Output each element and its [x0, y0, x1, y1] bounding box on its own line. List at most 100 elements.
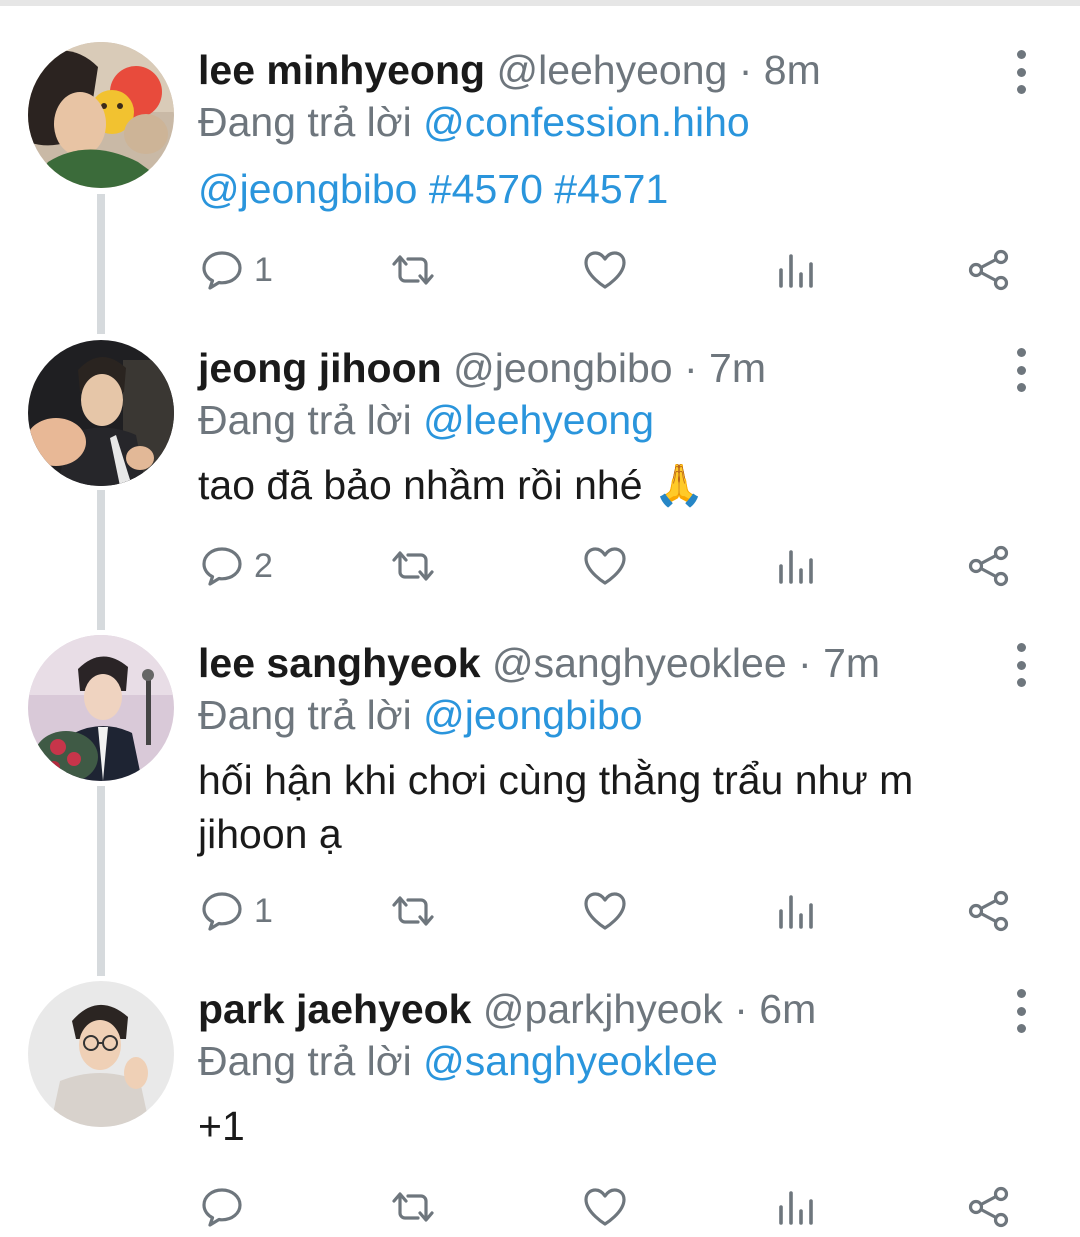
- replying-to-mention[interactable]: @jeongbibo: [423, 692, 642, 738]
- retweet-icon: [388, 889, 438, 933]
- dot: [1016, 643, 1026, 652]
- speech-bubble-icon: [200, 544, 244, 588]
- user-handle[interactable]: @sanghyeoklee: [492, 640, 787, 686]
- timestamp[interactable]: 7m: [823, 640, 880, 686]
- timestamp[interactable]: 7m: [709, 345, 766, 391]
- tweet-text: +1: [198, 1099, 998, 1153]
- tweet-text-content: +1: [198, 1103, 245, 1149]
- share-button[interactable]: [966, 240, 1012, 300]
- display-name[interactable]: jeong jihoon: [198, 345, 442, 391]
- retweet-button[interactable]: [388, 240, 438, 300]
- share-button[interactable]: [966, 536, 1012, 596]
- replying-to: Đang trả lời @jeongbibo: [198, 687, 643, 743]
- reply-button[interactable]: 2: [200, 536, 273, 596]
- dot: [1016, 50, 1026, 59]
- bar-chart-icon: [776, 889, 816, 933]
- separator: ·: [798, 640, 812, 686]
- more-options-button[interactable]: [1004, 348, 1038, 392]
- like-button[interactable]: [582, 240, 628, 300]
- replying-to: Đang trả lời @confession.hiho: [198, 94, 750, 150]
- share-button[interactable]: [966, 881, 1012, 941]
- heart-icon: [582, 544, 628, 588]
- replying-to: Đang trả lời @sanghyeoklee: [198, 1033, 718, 1089]
- tweet-text: hối hận khi chơi cùng thằng trẩu như m j…: [198, 753, 998, 861]
- replying-to-mention[interactable]: @confession.hiho: [423, 99, 750, 145]
- reply-count: 2: [254, 547, 273, 585]
- tweet-actions: [0, 1177, 1080, 1237]
- avatar[interactable]: [28, 981, 174, 1127]
- retweet-button[interactable]: [388, 1177, 438, 1237]
- tweet-actions: 1: [0, 240, 1080, 300]
- retweet-button[interactable]: [388, 881, 438, 941]
- share-icon: [966, 248, 1012, 292]
- view-stats-button[interactable]: [776, 881, 816, 941]
- timestamp[interactable]: 8m: [764, 47, 821, 93]
- tweet-header: park jaehyeok @parkjhyeok · 6m: [198, 981, 988, 1037]
- bar-chart-icon: [776, 1185, 816, 1229]
- tweet-text: @jeongbibo #4570 #4571: [198, 162, 998, 216]
- retweet-icon: [388, 248, 438, 292]
- dot: [1016, 67, 1026, 77]
- retweet-button[interactable]: [388, 536, 438, 596]
- reply-count: 1: [254, 892, 273, 930]
- more-options-button[interactable]: [1004, 643, 1038, 687]
- display-name[interactable]: lee sanghyeok: [198, 640, 481, 686]
- heart-icon: [582, 889, 628, 933]
- display-name[interactable]: lee minhyeong: [198, 47, 485, 93]
- user-handle[interactable]: @parkjhyeok: [483, 986, 723, 1032]
- like-button[interactable]: [582, 1177, 628, 1237]
- reply-button[interactable]: [200, 1177, 254, 1237]
- replying-to-mention[interactable]: @sanghyeoklee: [423, 1038, 718, 1084]
- like-button[interactable]: [582, 881, 628, 941]
- timestamp[interactable]: 6m: [759, 986, 816, 1032]
- user-handle[interactable]: @leehyeong: [496, 47, 727, 93]
- tweet-text-line: jihoon ạ: [198, 811, 342, 857]
- reply-button[interactable]: 1: [200, 240, 273, 300]
- replying-to-mention[interactable]: @leehyeong: [423, 397, 654, 443]
- replying-to-label: Đang trả lời: [198, 397, 412, 443]
- tweet-header: lee minhyeong @leehyeong · 8m: [198, 42, 988, 98]
- heart-icon: [582, 248, 628, 292]
- speech-bubble-icon: [200, 889, 244, 933]
- avatar[interactable]: [28, 340, 174, 486]
- share-icon: [966, 1185, 1012, 1229]
- user-handle[interactable]: @jeongbibo: [453, 345, 672, 391]
- avatar[interactable]: [28, 635, 174, 781]
- dot: [1016, 1006, 1026, 1016]
- reply-thread: lee minhyeong @leehyeong · 8m Đang trả l…: [0, 0, 1080, 1237]
- bar-chart-icon: [776, 544, 816, 588]
- separator: ·: [734, 986, 748, 1032]
- dot: [1016, 1024, 1026, 1033]
- tweet-header: jeong jihoon @jeongbibo · 7m: [198, 340, 988, 396]
- retweet-icon: [388, 544, 438, 588]
- retweet-icon: [388, 1185, 438, 1229]
- view-stats-button[interactable]: [776, 536, 816, 596]
- more-options-button[interactable]: [1004, 50, 1038, 94]
- bar-chart-icon: [776, 248, 816, 292]
- share-icon: [966, 544, 1012, 588]
- tweet-text: tao đã bảo nhầm rồi nhé 🙏: [198, 458, 998, 512]
- share-button[interactable]: [966, 1177, 1012, 1237]
- dot: [1016, 365, 1026, 375]
- view-stats-button[interactable]: [776, 240, 816, 300]
- reply-count: 1: [254, 251, 273, 289]
- share-icon: [966, 889, 1012, 933]
- dot: [1016, 660, 1026, 670]
- hashtag-links[interactable]: #4570 #4571: [429, 166, 668, 212]
- replying-to-label: Đang trả lời: [198, 692, 412, 738]
- dot: [1016, 383, 1026, 392]
- dot: [1016, 85, 1026, 94]
- mention-link[interactable]: @jeongbibo: [198, 166, 417, 212]
- reply-button[interactable]: 1: [200, 881, 273, 941]
- speech-bubble-icon: [200, 1185, 244, 1229]
- tweet-actions: 1: [0, 881, 1080, 941]
- more-options-button[interactable]: [1004, 989, 1038, 1033]
- view-stats-button[interactable]: [776, 1177, 816, 1237]
- tweet-text-line: hối hận khi chơi cùng thằng trẩu như m: [198, 757, 914, 803]
- avatar[interactable]: [28, 42, 174, 188]
- like-button[interactable]: [582, 536, 628, 596]
- replying-to-label: Đang trả lời: [198, 1038, 412, 1084]
- display-name[interactable]: park jaehyeok: [198, 986, 472, 1032]
- replying-to-label: Đang trả lời: [198, 99, 412, 145]
- heart-icon: [582, 1185, 628, 1229]
